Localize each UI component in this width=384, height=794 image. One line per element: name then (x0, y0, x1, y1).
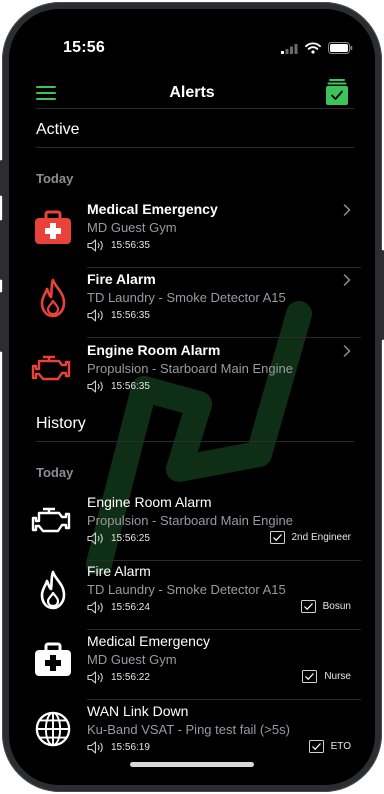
status-icons (281, 42, 353, 54)
history-alert-row[interactable]: WAN Link Down Ku-Band VSAT - Ping test f… (9, 700, 375, 770)
chevron-right-icon (343, 204, 351, 216)
chevron-right-icon (343, 274, 351, 286)
engine-icon (31, 355, 71, 381)
home-indicator[interactable] (130, 762, 254, 767)
acknowledged-by: ETO (308, 740, 351, 753)
checkbox-checked-icon (308, 740, 324, 753)
medical-kit-icon (35, 642, 71, 676)
speaker-icon[interactable] (87, 532, 105, 545)
acknowledged-by-name: ETO (330, 741, 351, 752)
alert-location: Ku-Band VSAT - Ping test fail (>5s) (87, 722, 290, 737)
acknowledge-all-icon[interactable] (326, 79, 348, 105)
active-alert-row[interactable]: Fire Alarm TD Laundry - Smoke Detector A… (9, 268, 375, 338)
speaker-icon[interactable] (87, 380, 105, 393)
battery-icon (328, 42, 353, 54)
wifi-icon (305, 42, 321, 54)
alert-meta: 15:56:19 (87, 741, 150, 754)
mute-switch (0, 160, 3, 196)
app-screen: 15:56 Alerts Active Today Medical Emerge… (9, 9, 375, 785)
active-divider (36, 147, 354, 148)
active-alert-row[interactable]: Medical Emergency MD Guest Gym 15:56:35 (9, 198, 375, 268)
alert-location: TD Laundry - Smoke Detector A15 (87, 290, 286, 305)
volume-down-button (0, 292, 3, 352)
alert-time: 15:56:25 (111, 533, 150, 544)
speaker-icon[interactable] (87, 671, 105, 684)
alert-location: Propulsion - Starboard Main Engine (87, 513, 293, 528)
medical-kit-icon (35, 210, 71, 244)
history-alert-row[interactable]: Fire Alarm TD Laundry - Smoke Detector A… (9, 560, 375, 630)
alert-meta: 15:56:35 (87, 380, 150, 393)
acknowledged-by: 2nd Engineer (269, 531, 352, 544)
signal-icon (281, 43, 298, 54)
globe-icon (35, 711, 71, 747)
alert-time: 15:56:22 (111, 672, 150, 683)
page-title: Alerts (169, 84, 215, 101)
history-divider (36, 441, 354, 442)
alert-title: Medical Emergency (87, 633, 210, 649)
active-alert-row[interactable]: Engine Room Alarm Propulsion - Starboard… (9, 339, 375, 409)
fire-icon (40, 570, 66, 610)
history-day-label: Today (36, 465, 74, 480)
speaker-icon[interactable] (87, 741, 105, 754)
engine-icon (31, 507, 71, 533)
volume-up-button (0, 220, 3, 280)
alert-meta: 15:56:25 (87, 532, 150, 545)
history-alert-row[interactable]: Medical Emergency MD Guest Gym 15:56:22 … (9, 630, 375, 700)
checkbox-checked-icon (302, 670, 318, 683)
checkbox-checked-icon (300, 600, 316, 613)
history-alert-row[interactable]: Engine Room Alarm Propulsion - Starboard… (9, 491, 375, 561)
acknowledged-by-name: Nurse (324, 671, 351, 682)
alert-time: 15:56:35 (111, 381, 150, 392)
alert-title: WAN Link Down (87, 703, 189, 719)
alert-time: 15:56:35 (111, 240, 150, 251)
alert-title: Engine Room Alarm (87, 342, 221, 358)
alert-title: Fire Alarm (87, 563, 151, 579)
alert-location: MD Guest Gym (87, 220, 177, 235)
alert-meta: 15:56:24 (87, 601, 150, 614)
alert-location: MD Guest Gym (87, 652, 177, 667)
nav-divider (36, 108, 354, 109)
acknowledged-by: Nurse (302, 670, 351, 683)
alert-meta: 15:56:35 (87, 239, 150, 252)
row-divider (87, 337, 361, 338)
alert-time: 15:56:35 (111, 310, 150, 321)
acknowledged-by-name: Bosun (322, 601, 351, 612)
speaker-icon[interactable] (87, 601, 105, 614)
acknowledged-by: Bosun (300, 600, 351, 613)
alert-meta: 15:56:35 (87, 309, 150, 322)
checkbox-checked-icon (269, 531, 285, 544)
speaker-icon[interactable] (87, 309, 105, 322)
navigation-bar: Alerts (9, 79, 375, 109)
alert-title: Fire Alarm (87, 271, 156, 287)
active-day-label: Today (36, 171, 74, 186)
alert-time: 15:56:19 (111, 742, 150, 753)
alert-location: TD Laundry - Smoke Detector A15 (87, 582, 286, 597)
fire-icon (40, 278, 66, 318)
speaker-icon[interactable] (87, 239, 105, 252)
acknowledged-by-name: 2nd Engineer (291, 532, 352, 543)
alert-title: Medical Emergency (87, 201, 218, 217)
alert-time: 15:56:24 (111, 602, 150, 613)
chevron-right-icon (343, 345, 351, 357)
status-time: 15:56 (63, 39, 105, 56)
alert-meta: 15:56:22 (87, 671, 150, 684)
history-section-title: History (36, 415, 86, 432)
alert-location: Propulsion - Starboard Main Engine (87, 361, 293, 376)
active-section-title: Active (36, 121, 80, 138)
alert-title: Engine Room Alarm (87, 494, 212, 510)
